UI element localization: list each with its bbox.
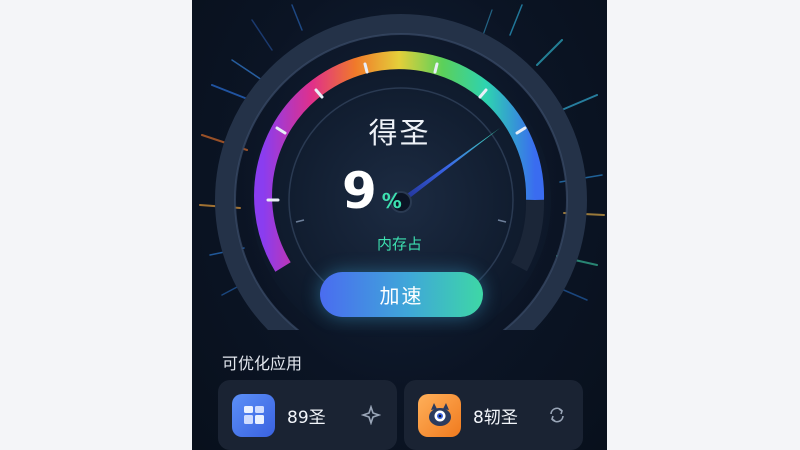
memory-usage-label: 内存占 — [376, 235, 422, 253]
cat-mascot-icon — [418, 393, 461, 437]
refresh-icon[interactable] — [545, 403, 569, 427]
memory-percent-value: 9% — [342, 162, 452, 220]
gauge-title: 得圣 — [368, 116, 431, 150]
blocks-icon — [232, 393, 275, 437]
memory-percent-number: 9 — [342, 162, 377, 220]
app-label: 89圣 — [287, 407, 326, 428]
sparkle-icon[interactable] — [359, 403, 383, 427]
boost-button-label: 加速 — [379, 284, 424, 308]
percent-unit: % — [381, 189, 402, 213]
phone-screen: 得圣 9% 内存占 加速 可优化应用 89圣 8轫圣 — [192, 0, 607, 450]
app-card[interactable]: 8轫圣 — [404, 380, 583, 450]
boost-button[interactable]: 加速 — [320, 272, 483, 317]
app-label: 8轫圣 — [473, 407, 518, 428]
optimizable-apps-title: 可优化应用 — [222, 354, 303, 373]
app-card[interactable]: 89圣 — [218, 380, 397, 450]
